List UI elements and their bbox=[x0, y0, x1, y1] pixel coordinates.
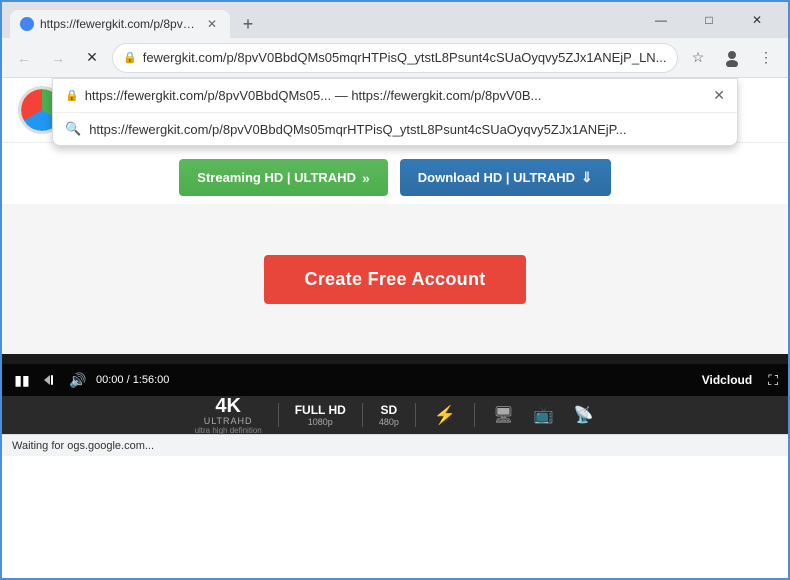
quality-sd-sub: 480p bbox=[379, 417, 399, 427]
dropdown-close-button[interactable]: ✕ bbox=[713, 87, 725, 104]
title-bar: https://fewergkit.com/p/8pvV0Bb... ✕ + —… bbox=[2, 2, 788, 38]
quality-ultrahd-label: ULTRAHD bbox=[204, 416, 253, 426]
url-text: fewergkit.com/p/8pvV0BbdQMs05mqrHTPisQ_y… bbox=[143, 50, 667, 65]
divider-1 bbox=[278, 403, 279, 427]
main-content-area: Create Free Account bbox=[2, 204, 788, 354]
rewind-button[interactable] bbox=[40, 370, 60, 390]
menu-button[interactable]: ⋮ bbox=[752, 44, 780, 72]
download-label: Download HD | ULTRAHD bbox=[418, 170, 575, 185]
streaming-buttons-area: Streaming HD | ULTRAHD » Download HD | U… bbox=[2, 143, 788, 204]
window-controls: — □ ✕ bbox=[638, 5, 780, 35]
quality-tv-icon: 📺 bbox=[532, 405, 556, 425]
quality-sd-item: SD 480p bbox=[379, 403, 399, 427]
minimize-button[interactable]: — bbox=[638, 5, 684, 35]
tab-area: https://fewergkit.com/p/8pvV0Bb... ✕ + bbox=[10, 2, 634, 38]
quality-flash-item: ⚡ bbox=[432, 405, 458, 426]
tab-close-button[interactable]: ✕ bbox=[204, 16, 220, 32]
new-tab-button[interactable]: + bbox=[234, 10, 262, 38]
video-controls-bar: ▮▮ 🔊 00:00 / 1:56:00 Vidcloud ⛶ bbox=[2, 364, 788, 396]
quality-fullhd-item: FULL HD 1080p bbox=[295, 403, 346, 427]
dropdown-suggestion-text: https://fewergkit.com/p/8pvV0BbdQMs05mqr… bbox=[89, 122, 626, 137]
profile-button[interactable] bbox=[718, 44, 746, 72]
tab-favicon bbox=[20, 17, 34, 31]
play-pause-button[interactable]: ▮▮ bbox=[12, 370, 32, 390]
chevrons-icon: » bbox=[362, 170, 370, 186]
time-display: 00:00 / 1:56:00 bbox=[96, 374, 169, 386]
close-button[interactable]: ✕ bbox=[734, 5, 780, 35]
quality-sd-label: SD bbox=[381, 403, 398, 417]
autocomplete-dropdown: 🔒 https://fewergkit.com/p/8pvV0BbdQMs05.… bbox=[52, 78, 738, 146]
quality-uhd-sub: ultra high definition bbox=[195, 426, 262, 435]
dropdown-lock-icon: 🔒 bbox=[65, 89, 79, 102]
address-bar: ← → ✕ 🔒 fewergkit.com/p/8pvV0BbdQMs05mqr… bbox=[2, 38, 788, 78]
quality-desktop-icon: 🖥 bbox=[491, 405, 515, 425]
active-tab[interactable]: https://fewergkit.com/p/8pvV0Bb... ✕ bbox=[10, 10, 230, 38]
browser-window: https://fewergkit.com/p/8pvV0Bb... ✕ + —… bbox=[0, 0, 790, 580]
forward-button[interactable]: → bbox=[44, 44, 72, 72]
video-player: ▮▮ 🔊 00:00 / 1:56:00 Vidcloud ⛶ 4K bbox=[2, 354, 788, 434]
create-account-button[interactable]: Create Free Account bbox=[264, 255, 525, 304]
tab-title: https://fewergkit.com/p/8pvV0Bb... bbox=[40, 17, 198, 31]
streaming-hd-button[interactable]: Streaming HD | ULTRAHD » bbox=[179, 159, 387, 196]
bookmark-button[interactable]: ☆ bbox=[684, 44, 712, 72]
download-arrow-icon: ⇓ bbox=[581, 169, 593, 186]
status-text: Waiting for ogs.google.com... bbox=[12, 440, 154, 452]
divider-4 bbox=[474, 403, 475, 427]
flash-icon: ⚡ bbox=[434, 405, 456, 426]
divider-2 bbox=[362, 403, 363, 427]
status-bar: Waiting for ogs.google.com... bbox=[2, 434, 788, 456]
quality-fullhd-sub: 1080p bbox=[308, 417, 333, 427]
divider-3 bbox=[415, 403, 416, 427]
reload-button[interactable]: ✕ bbox=[78, 44, 106, 72]
dropdown-suggestion[interactable]: 🔍 https://fewergkit.com/p/8pvV0BbdQMs05m… bbox=[53, 113, 737, 145]
streaming-label: Streaming HD | ULTRAHD bbox=[197, 170, 356, 185]
url-bar[interactable]: 🔒 fewergkit.com/p/8pvV0BbdQMs05mqrHTPisQ… bbox=[112, 43, 678, 73]
fullscreen-button[interactable]: ⛶ bbox=[768, 372, 778, 389]
back-button[interactable]: ← bbox=[10, 44, 38, 72]
dropdown-url-text: https://fewergkit.com/p/8pvV0BbdQMs05...… bbox=[85, 88, 708, 103]
volume-button[interactable]: 🔊 bbox=[68, 370, 88, 390]
dropdown-search-icon: 🔍 bbox=[65, 121, 81, 137]
quality-fullhd-label: FULL HD bbox=[295, 403, 346, 417]
cast-icon: 📡 bbox=[574, 405, 594, 425]
tv-icon: 📺 bbox=[534, 405, 554, 425]
desktop-icon: 🖥 bbox=[493, 405, 513, 425]
dropdown-url-bar: 🔒 https://fewergkit.com/p/8pvV0BbdQMs05.… bbox=[53, 79, 737, 113]
vidcloud-logo: Vidcloud bbox=[702, 373, 752, 387]
quality-cast-icon: 📡 bbox=[572, 405, 596, 425]
download-hd-button[interactable]: Download HD | ULTRAHD ⇓ bbox=[400, 159, 611, 196]
maximize-button[interactable]: □ bbox=[686, 5, 732, 35]
quality-bar: 4K ULTRAHD ultra high definition FULL HD… bbox=[2, 396, 788, 434]
lock-icon: 🔒 bbox=[123, 51, 137, 64]
quality-4k-label: 4K bbox=[215, 396, 241, 416]
page-content: 🔒 https://fewergkit.com/p/8pvV0BbdQMs05.… bbox=[2, 78, 788, 578]
quality-4k-item: 4K ULTRAHD ultra high definition bbox=[195, 396, 262, 435]
